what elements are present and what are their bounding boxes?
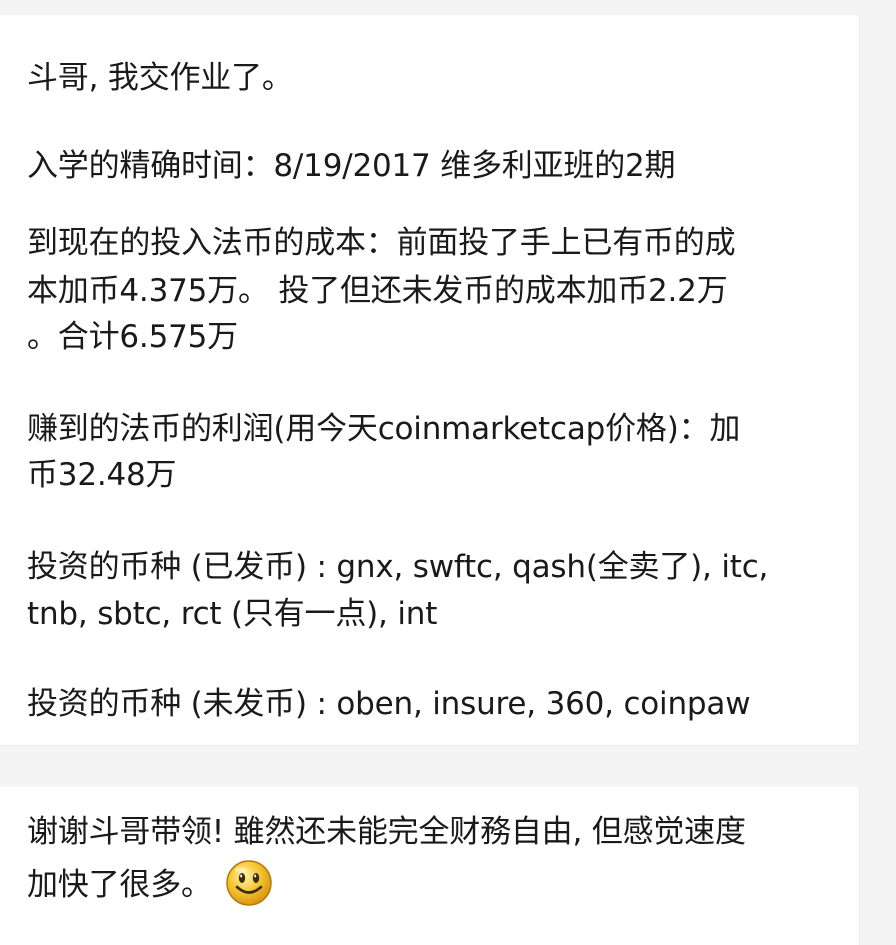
chat-canvas: 斗哥, 我交作业了。 入学的精确时间：8/19/2017 维多利亚班的2期 到现… xyxy=(0,0,896,945)
reply-line-2: 加快了很多。 xyxy=(27,867,212,903)
post-cost-line-1: 到现在的投入法币的成本：前面投了手上已有币的成 xyxy=(27,225,736,261)
post-cost-line-2: 本加币4.375万。 投了但还未发币的成本加币2.2万 xyxy=(27,273,728,309)
post-issued-coins-line-2: tnb, sbtc, rct (只有一点), int xyxy=(27,596,438,632)
reply-line-2-wrap: 加快了很多。 xyxy=(27,859,274,908)
post-message-card: 斗哥, 我交作业了。 入学的精确时间：8/19/2017 维多利亚班的2期 到现… xyxy=(0,15,860,746)
smiley-emoji-icon xyxy=(226,859,272,906)
post-profit-line-2: 币32.48万 xyxy=(27,457,177,493)
post-cost-line-3: 。合计6.575万 xyxy=(27,319,238,355)
reply-line-1: 谢谢斗哥带领! 雖然还未能完全财務自由, 但感觉速度 xyxy=(27,814,746,850)
post-enroll-time: 入学的精确时间：8/19/2017 维多利亚班的2期 xyxy=(27,148,676,184)
post-greeting: 斗哥, 我交作业了。 xyxy=(27,60,293,96)
post-unissued-coins: 投资的币种 (未发币) : oben, insure, 360, coinpaw xyxy=(27,686,751,722)
reply-message-card: 谢谢斗哥带领! 雖然还未能完全财務自由, 但感觉速度 加快了很多。 xyxy=(0,787,860,945)
post-issued-coins-line-1: 投资的币种 (已发币) : gnx, swftc, qash(全卖了), itc… xyxy=(27,549,769,585)
post-profit-line-1: 赚到的法币的利润(用今天coinmarketcap价格)：加 xyxy=(27,411,741,447)
